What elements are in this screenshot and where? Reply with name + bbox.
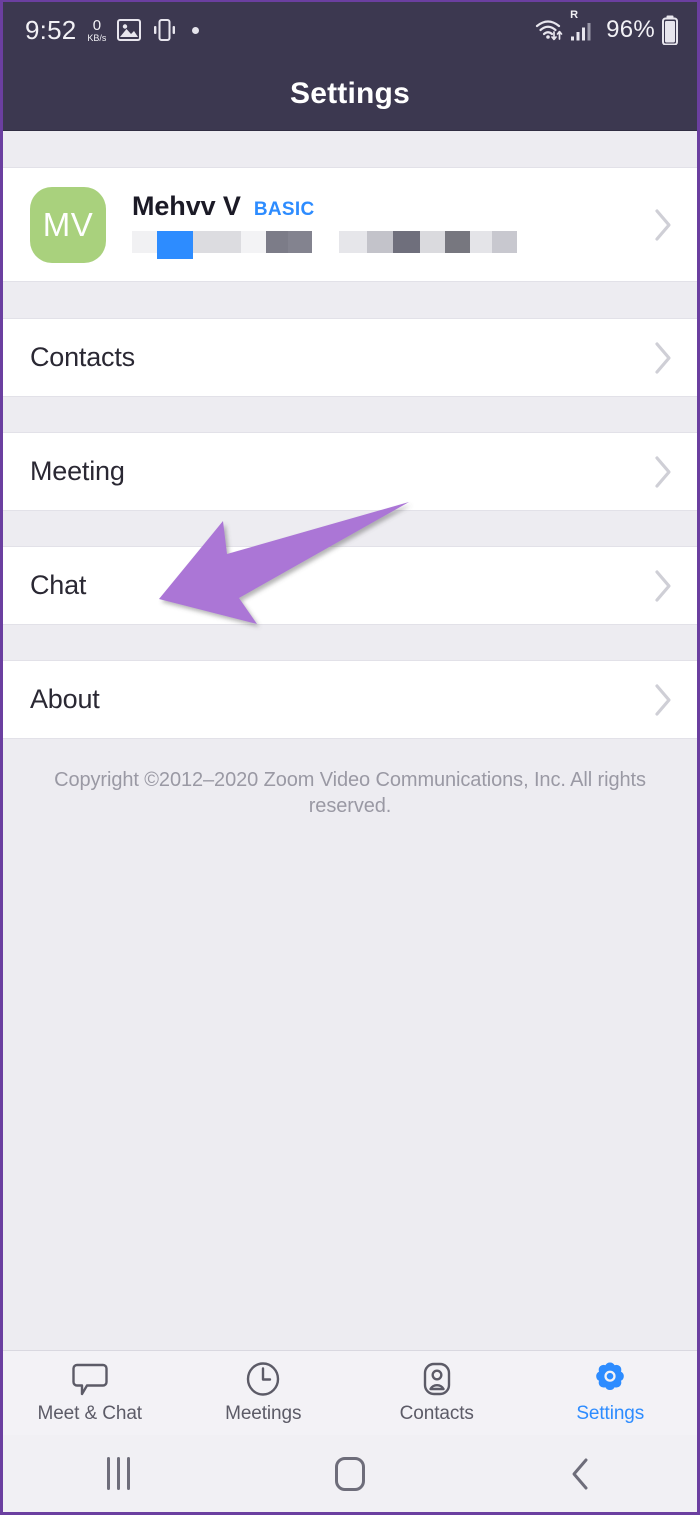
battery-icon xyxy=(662,15,678,45)
settings-item-chat[interactable]: Chat xyxy=(3,546,697,625)
vibrate-icon xyxy=(154,19,176,41)
settings-item-about[interactable]: About xyxy=(3,660,697,739)
app-header: Settings xyxy=(3,58,697,131)
phone-screen: 9:52 0 KB/s R 96% Settings MV Mehvv V BA… xyxy=(0,0,700,1515)
page-title: Settings xyxy=(290,77,410,110)
chevron-right-icon xyxy=(655,683,671,716)
redaction-block xyxy=(288,230,312,253)
settings-item-label: About xyxy=(30,684,100,714)
redaction-block xyxy=(266,230,288,253)
redaction-block xyxy=(241,230,266,253)
clock-icon xyxy=(247,1362,280,1396)
wifi-icon xyxy=(535,20,563,41)
chevron-right-icon xyxy=(655,455,671,488)
person-icon xyxy=(423,1362,450,1396)
tab-label: Settings xyxy=(576,1403,645,1424)
status-time: 9:52 xyxy=(25,14,77,45)
chat-bubble-icon xyxy=(72,1363,108,1396)
redaction-block xyxy=(157,230,193,259)
android-navigation-bar xyxy=(3,1435,697,1512)
tab-meetings[interactable]: Meetings xyxy=(177,1351,351,1435)
chevron-right-icon xyxy=(655,341,671,374)
network-speed-unit: KB/s xyxy=(87,33,107,43)
status-bar-left: 9:52 0 KB/s xyxy=(25,14,200,46)
home-icon xyxy=(334,1456,365,1491)
chevron-right-icon xyxy=(655,208,671,241)
spacer xyxy=(3,511,697,546)
roaming-label: R xyxy=(570,9,579,21)
avatar-initials: MV xyxy=(42,205,94,243)
profile-row[interactable]: MV Mehvv V BASIC xyxy=(3,167,697,282)
tab-contacts[interactable]: Contacts xyxy=(350,1351,524,1435)
plan-badge: BASIC xyxy=(253,198,315,220)
settings-item-label: Chat xyxy=(30,570,87,600)
avatar: MV xyxy=(30,186,106,263)
redaction-block xyxy=(193,230,241,253)
redacted-email xyxy=(132,230,653,259)
status-bar: 9:52 0 KB/s R 96% xyxy=(3,2,697,58)
tab-settings[interactable]: Settings xyxy=(524,1351,698,1435)
chevron-right-icon xyxy=(655,569,671,602)
redaction-block xyxy=(470,230,492,253)
tab-label: Meetings xyxy=(225,1403,302,1424)
spacer xyxy=(3,397,697,432)
battery-percent: 96% xyxy=(606,16,655,43)
settings-content: MV Mehvv V BASIC Contacts Meeting Chat A… xyxy=(3,131,697,1350)
recents-icon xyxy=(107,1457,131,1490)
redaction-block xyxy=(420,230,445,253)
redaction-group xyxy=(339,230,517,253)
copyright-text: Copyright ©2012–2020 Zoom Video Communic… xyxy=(54,769,646,818)
redaction-block xyxy=(132,230,157,253)
dot-icon xyxy=(192,26,200,34)
settings-item-label: Contacts xyxy=(30,342,135,372)
gear-icon xyxy=(596,1362,625,1390)
image-icon xyxy=(117,19,142,41)
redaction-block xyxy=(492,230,517,253)
network-speed-value: 0 xyxy=(92,17,102,34)
back-icon xyxy=(572,1458,588,1489)
redaction-block xyxy=(393,230,420,253)
redaction-block xyxy=(367,230,393,253)
profile-name: Mehvv V xyxy=(132,190,241,221)
recents-button[interactable] xyxy=(3,1435,234,1512)
spacer xyxy=(3,282,697,318)
settings-item-meeting[interactable]: Meeting xyxy=(3,432,697,511)
back-button[interactable] xyxy=(466,1435,697,1512)
profile-name-line: Mehvv V BASIC xyxy=(132,191,653,222)
redaction-block xyxy=(445,230,470,253)
profile-info: Mehvv V BASIC xyxy=(132,191,653,259)
redaction-block xyxy=(339,230,367,253)
spacer xyxy=(3,131,697,167)
settings-item-contacts[interactable]: Contacts xyxy=(3,318,697,397)
signal-bars-icon xyxy=(571,23,591,41)
tab-label: Contacts xyxy=(399,1403,474,1424)
settings-item-label: Meeting xyxy=(30,456,125,486)
roaming-signal-icon: R xyxy=(570,10,596,41)
tab-meet-and-chat[interactable]: Meet & Chat xyxy=(3,1351,177,1435)
tab-label: Meet & Chat xyxy=(37,1403,142,1424)
status-bar-right: R 96% xyxy=(534,10,679,45)
bottom-tab-bar: Meet & Chat Meetings Contacts Settings xyxy=(3,1350,697,1435)
network-speed-indicator: 0 KB/s xyxy=(87,18,106,43)
home-button[interactable] xyxy=(234,1435,465,1512)
spacer xyxy=(3,625,697,660)
